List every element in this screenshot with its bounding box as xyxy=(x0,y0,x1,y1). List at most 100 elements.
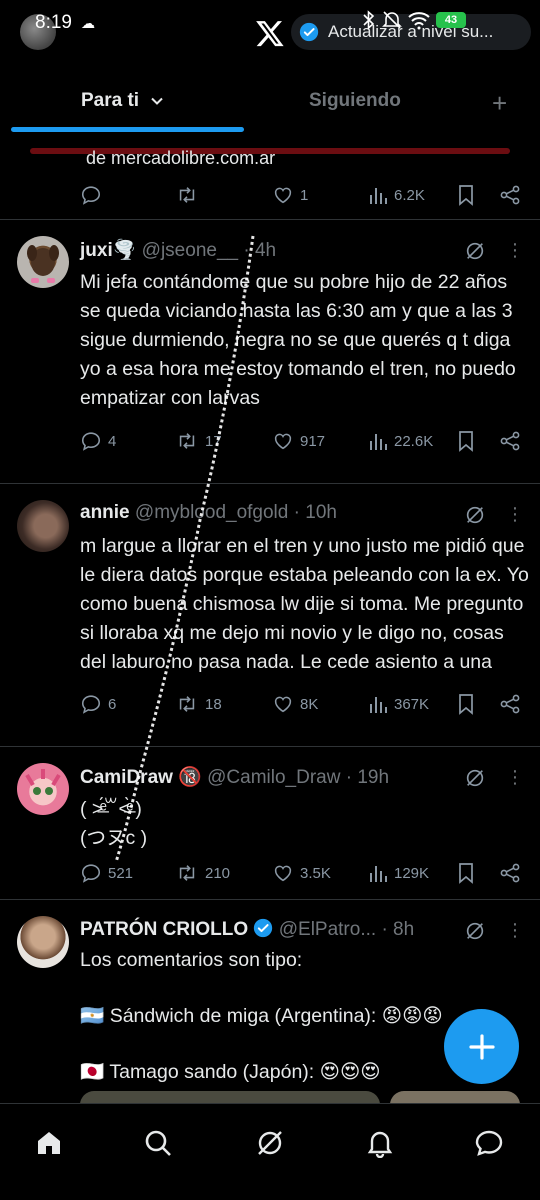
nav-notifications[interactable] xyxy=(363,1126,397,1160)
retweet-icon xyxy=(179,696,195,712)
reply-button[interactable]: 521 xyxy=(80,858,133,888)
reply-button[interactable]: 4 xyxy=(80,426,116,456)
nav-messages[interactable] xyxy=(472,1126,506,1160)
like-button[interactable]: 917 xyxy=(272,426,325,456)
grok-icon[interactable] xyxy=(464,504,486,526)
post-card[interactable]: CamiDraw 🔞 @Camilo_Draw · 19h ⋮ ( ˃̶ͤ́꒳˂… xyxy=(0,748,540,900)
tab-para-ti[interactable]: Para ti xyxy=(81,90,166,112)
bluetooth-icon xyxy=(363,10,375,30)
views-count: 129K xyxy=(394,864,430,882)
post-text: Mi jefa contándome que su pobre hijo de … xyxy=(80,271,522,409)
post-time: · 10h xyxy=(293,502,337,523)
display-name[interactable]: annie xyxy=(80,502,130,523)
bookmark-button[interactable] xyxy=(456,858,476,888)
retweet-button[interactable] xyxy=(175,180,205,210)
post-header: CamiDraw 🔞 @Camilo_Draw · 19h xyxy=(80,765,389,789)
views-count: 367K xyxy=(394,695,430,713)
mute-icon xyxy=(382,11,402,29)
timeline-feed[interactable]: de mercadolibre.com.ar 1 6.2K juxi🌪️ @js… xyxy=(0,138,540,1103)
share-button[interactable] xyxy=(499,180,521,210)
display-name[interactable]: CamiDraw 🔞 xyxy=(80,767,202,788)
post-header: juxi🌪️ @jseone__ · 4h xyxy=(80,238,276,262)
tab-label: Para ti xyxy=(81,90,140,111)
nav-grok[interactable] xyxy=(253,1126,287,1160)
retweet-count: 17 xyxy=(205,432,222,450)
like-button[interactable]: 3.5K xyxy=(272,858,331,888)
bottom-navigation xyxy=(0,1103,540,1200)
retweet-button[interactable]: 210 xyxy=(175,858,230,888)
share-button[interactable] xyxy=(499,858,521,888)
like-button[interactable]: 8K xyxy=(272,689,318,719)
avatar[interactable] xyxy=(17,916,69,968)
handle[interactable]: @myblood_ofgold xyxy=(135,502,288,523)
bookmark-icon xyxy=(459,694,473,715)
bookmark-button[interactable] xyxy=(456,180,476,210)
handle[interactable]: @ElPatro... xyxy=(279,919,376,940)
handle[interactable]: @Camilo_Draw xyxy=(207,767,340,788)
retweet-button[interactable]: 17 xyxy=(175,426,222,456)
post-actions: 521 210 3.5K 129K xyxy=(0,858,540,888)
grok-icon[interactable] xyxy=(464,240,486,262)
post-card[interactable]: de mercadolibre.com.ar 1 6.2K xyxy=(0,138,540,220)
notifications-icon xyxy=(367,1131,393,1158)
reply-icon xyxy=(81,432,101,451)
post-card[interactable]: juxi🌪️ @jseone__ · 4h ⋮ Mi jefa contándo… xyxy=(0,221,540,484)
nav-search[interactable] xyxy=(141,1126,175,1160)
bookmark-button[interactable] xyxy=(456,426,476,456)
more-options-icon[interactable]: ⋮ xyxy=(506,921,524,939)
like-button[interactable]: 1 xyxy=(272,180,308,210)
share-button[interactable] xyxy=(499,689,521,719)
reply-button[interactable] xyxy=(80,180,108,210)
link-domain: de mercadolibre.com.ar xyxy=(86,148,276,168)
more-options-icon[interactable]: ⋮ xyxy=(506,241,524,259)
avatar[interactable] xyxy=(17,500,69,552)
like-count: 8K xyxy=(300,695,319,713)
post-time: · 19h xyxy=(345,767,390,788)
battery-indicator: 43 xyxy=(436,12,466,28)
add-timeline-button[interactable]: + xyxy=(492,88,507,119)
post-text: ( ˃̶ͤ́꒳˂̶ͤ̀ ) (つヌc ) xyxy=(80,798,148,849)
post-card[interactable]: annie @myblood_ofgold · 10h ⋮ m largue a… xyxy=(0,485,540,747)
views-icon xyxy=(370,434,387,450)
grok-icon xyxy=(258,1131,282,1155)
verified-badge-icon xyxy=(299,22,319,42)
like-icon xyxy=(274,187,292,204)
more-options-icon[interactable]: ⋮ xyxy=(506,505,524,523)
retweet-icon xyxy=(179,433,195,449)
display-name[interactable]: PATRÓN CRIOLLO xyxy=(80,919,248,940)
share-button[interactable] xyxy=(499,426,521,456)
tab-siguiendo[interactable]: Siguiendo xyxy=(309,90,401,112)
avatar[interactable] xyxy=(17,763,69,815)
compose-button[interactable] xyxy=(444,1009,519,1084)
views-button[interactable]: 367K xyxy=(368,689,429,719)
views-button[interactable]: 22.6K xyxy=(368,426,433,456)
bookmark-button[interactable] xyxy=(456,689,476,719)
system-status-icons: 43 xyxy=(362,10,466,30)
home-icon xyxy=(38,1132,60,1154)
views-button[interactable]: 6.2K xyxy=(368,180,425,210)
reply-button[interactable]: 6 xyxy=(80,689,116,719)
post-image[interactable] xyxy=(390,1091,520,1103)
views-count: 6.2K xyxy=(394,186,425,204)
post-header: PATRÓN CRIOLLO @ElPatro... · 8h xyxy=(80,918,414,941)
tab-label: Siguiendo xyxy=(309,90,401,111)
nav-home[interactable] xyxy=(32,1126,66,1160)
handle[interactable]: @jseone__ xyxy=(142,240,238,261)
grok-icon[interactable] xyxy=(464,920,486,942)
post-image[interactable] xyxy=(80,1091,380,1103)
grok-icon[interactable] xyxy=(464,767,486,789)
wifi-icon xyxy=(408,12,430,30)
views-icon xyxy=(370,188,387,204)
reply-count: 521 xyxy=(108,864,134,882)
share-icon xyxy=(500,185,520,205)
retweet-button[interactable]: 18 xyxy=(175,689,222,719)
more-options-icon[interactable]: ⋮ xyxy=(506,768,524,786)
share-icon xyxy=(500,863,520,883)
views-button[interactable]: 129K xyxy=(368,858,429,888)
display-name[interactable]: juxi🌪️ xyxy=(80,240,136,261)
like-icon xyxy=(274,865,292,882)
retweet-count: 210 xyxy=(205,864,231,882)
avatar[interactable] xyxy=(17,236,69,288)
verified-badge-icon xyxy=(254,918,273,938)
post-header: annie @myblood_ofgold · 10h xyxy=(80,502,337,524)
